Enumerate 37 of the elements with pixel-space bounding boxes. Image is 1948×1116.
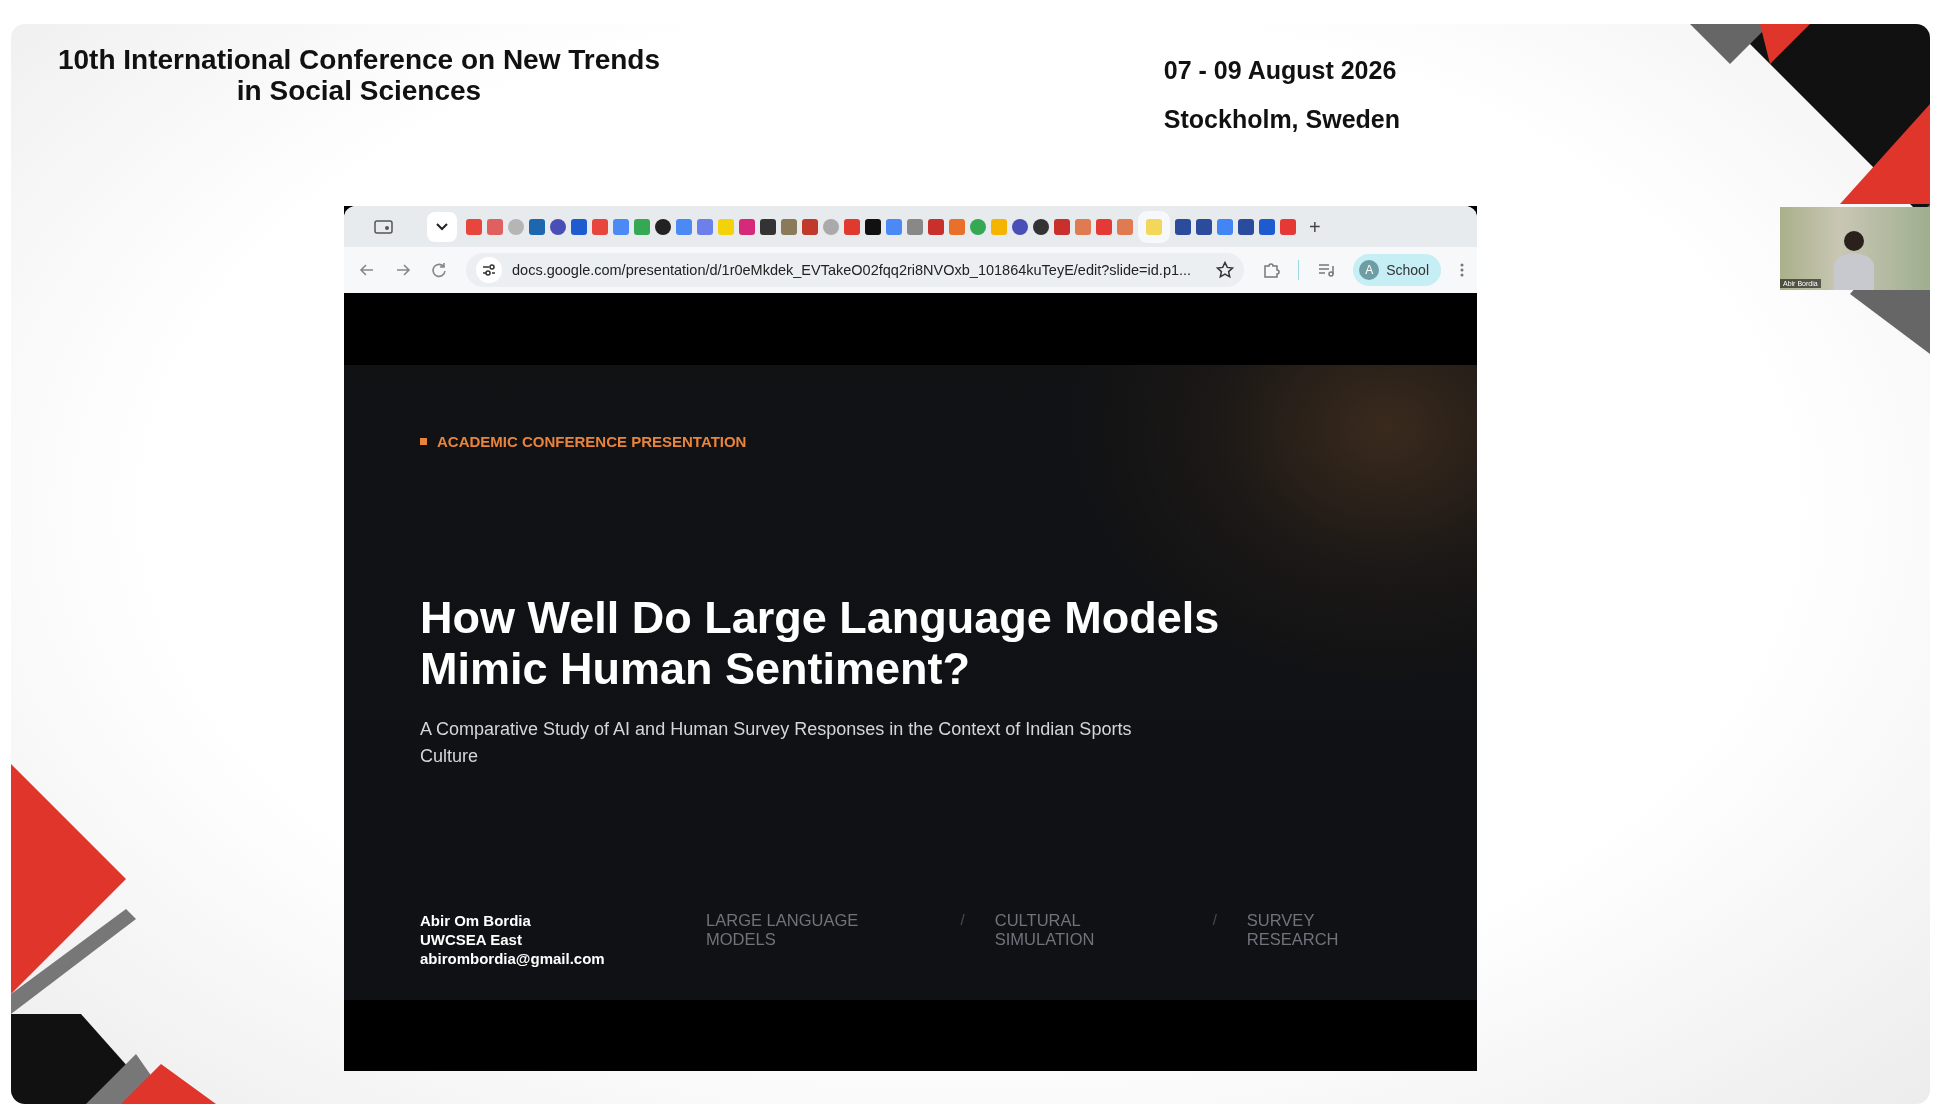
separator: / <box>960 911 965 930</box>
tab-search-button[interactable] <box>427 211 457 242</box>
avatar: A <box>1359 260 1380 280</box>
tab-list-icon[interactable] <box>374 218 394 235</box>
square-icon <box>420 438 427 445</box>
bookmark-icon[interactable] <box>655 218 671 235</box>
url-text: docs.google.com/presentation/d/1r0eMkdek_EVTakeO02fqq2ri8NVOxb_101864kuTeyE/edit?slide=id.p1... <box>512 262 1193 278</box>
author-line: abirombordia@gmail.com <box>420 949 606 968</box>
keyword: SURVEY RESEARCH <box>1246 911 1340 949</box>
author-line: Abir Om Bordia <box>420 911 532 930</box>
bookmark-icon[interactable] <box>1196 218 1212 235</box>
menu-icon[interactable] <box>1459 262 1465 278</box>
slide-label: ACADEMIC CONFERENCE PRESENTATION <box>437 433 747 450</box>
address-bar[interactable]: docs.google.com/presentation/d/1r0eMkdek_EVTakeO02fqq2ri8NVOxb_101864kuTeyE/edit?slide=id.p1... <box>466 253 1245 287</box>
keyword: LARGE LANGUAGE MODELS <box>706 911 860 949</box>
profile-button[interactable]: A School <box>1353 254 1441 286</box>
keyword: CULTURAL SIMULATION <box>994 911 1096 949</box>
separator: / <box>1212 911 1217 930</box>
profile-name: School <box>1386 262 1429 278</box>
conference-title: 10th International Conference on New Trends in Social Sciences <box>56 44 662 108</box>
event-date: 07 - 09 August 2026 <box>1163 56 1398 85</box>
bookmark-icon[interactable] <box>760 218 776 235</box>
slide-title: How Well Do Large Language Models Mimic Human Sentiment? <box>420 592 1221 694</box>
star-icon[interactable] <box>1216 261 1235 279</box>
bookmark-icon[interactable] <box>865 218 881 235</box>
slide-subtitle: A Comparative Study of AI and Human Survey Responses in the Context of Indian Sports Culture <box>420 718 1133 768</box>
event-location: Stockholm, Sweden <box>1163 105 1400 134</box>
chevron-down-icon <box>436 222 448 231</box>
bookmark-icon[interactable] <box>1033 218 1049 235</box>
bookmark-icon[interactable] <box>1238 218 1254 235</box>
site-settings-icon[interactable] <box>482 264 496 276</box>
reload-icon[interactable] <box>430 261 448 279</box>
author-line: UWCSEA East <box>420 930 523 949</box>
extensions-icon[interactable] <box>1262 261 1281 279</box>
media-control-icon[interactable] <box>1317 261 1336 279</box>
new-tab-button[interactable]: + <box>1309 216 1321 237</box>
bookmark-icon[interactable] <box>1175 218 1191 235</box>
